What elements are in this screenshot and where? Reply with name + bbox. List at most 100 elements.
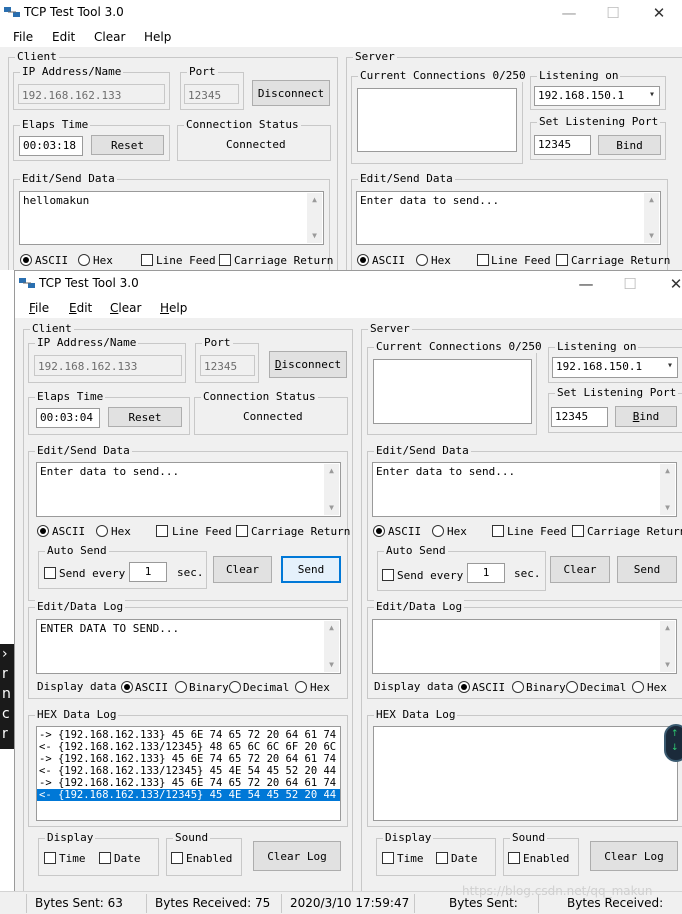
- menu-clear[interactable]: Clear: [110, 301, 141, 315]
- back-listen-port-input[interactable]: 12345: [534, 135, 591, 155]
- server-auto-send-label: Auto Send: [384, 544, 448, 557]
- hex-label: Hex: [111, 525, 131, 538]
- menu-file[interactable]: File: [29, 301, 49, 315]
- server-display-hex-radio[interactable]: [632, 681, 644, 693]
- ascii-radio[interactable]: [37, 525, 49, 537]
- sound-enabled-checkbox[interactable]: [171, 852, 183, 864]
- server-carriage-return-checkbox[interactable]: [556, 254, 568, 266]
- client-send-input[interactable]: Enter data to send... ▲ ▼: [36, 462, 341, 517]
- scrollbar[interactable]: ▲ ▼: [307, 193, 322, 243]
- floating-transfer-icon[interactable]: ↑ ↓: [664, 724, 682, 762]
- server-send-input[interactable]: Enter data to send... ▲ ▼: [372, 462, 677, 517]
- server-send-every-input[interactable]: 1: [467, 563, 505, 583]
- server-ascii-radio[interactable]: [373, 525, 385, 537]
- hex-radio[interactable]: [78, 254, 90, 266]
- menu-help[interactable]: Help: [144, 30, 171, 44]
- hex-log-row[interactable]: <- {192.168.162.133/12345} 48 65 6C 6C 6…: [37, 741, 340, 753]
- server-send-button[interactable]: Send: [617, 556, 677, 583]
- send-button[interactable]: Send: [281, 556, 341, 583]
- back-disconnect-button[interactable]: Disconnect: [252, 80, 330, 106]
- back-client-send-input[interactable]: hellomakun ▲ ▼: [19, 191, 324, 245]
- hex-log-row[interactable]: -> {192.168.162.133} 45 6E 74 65 72 20 6…: [37, 777, 340, 789]
- menu-clear[interactable]: Clear: [94, 30, 125, 44]
- maximize-button[interactable]: ☐: [607, 271, 653, 298]
- server-ascii-radio[interactable]: [357, 254, 369, 266]
- back-reset-button[interactable]: Reset: [91, 135, 164, 155]
- client-data-log[interactable]: ENTER DATA TO SEND... ▲ ▼: [36, 619, 341, 674]
- line-feed-checkbox[interactable]: [156, 525, 168, 537]
- hex-label: Hex: [93, 254, 113, 267]
- ascii-label: ASCII: [52, 525, 86, 538]
- scrollbar[interactable]: ▲ ▼: [660, 621, 675, 672]
- carriage-return-checkbox[interactable]: [236, 525, 248, 537]
- minimize-button[interactable]: —: [563, 271, 609, 298]
- hex-log-row[interactable]: -> {192.168.162.133} 45 6E 74 65 72 20 6…: [37, 729, 340, 741]
- send-every-input[interactable]: 1: [129, 562, 167, 582]
- hex-radio[interactable]: [96, 525, 108, 537]
- send-every-label: Send every: [59, 567, 126, 580]
- server-clear-log-button[interactable]: Clear Log: [590, 841, 678, 871]
- listen-port-input[interactable]: 12345: [551, 407, 608, 427]
- server-carriage-return-checkbox[interactable]: [572, 525, 584, 537]
- date-checkbox[interactable]: [99, 852, 111, 864]
- line-feed-checkbox[interactable]: [141, 254, 153, 266]
- scrollbar[interactable]: ▲ ▼: [324, 464, 339, 515]
- scrollbar[interactable]: ▲ ▼: [324, 621, 339, 672]
- display-decimal-radio[interactable]: [229, 681, 241, 693]
- menu-edit[interactable]: Edit: [52, 30, 75, 44]
- display-binary-radio[interactable]: [175, 681, 187, 693]
- back-server-send-input[interactable]: Enter data to send... ▲ ▼: [356, 191, 661, 245]
- server-send-every-checkbox[interactable]: [382, 569, 394, 581]
- clear-log-button[interactable]: Clear Log: [253, 841, 341, 871]
- server-sound-enabled-checkbox[interactable]: [508, 852, 520, 864]
- menu-file[interactable]: File: [13, 30, 33, 44]
- menu-help[interactable]: Help: [160, 301, 187, 315]
- connections-label: Current Connections 0/250: [358, 69, 528, 82]
- bind-button[interactable]: Bind: [615, 406, 677, 427]
- clear-button[interactable]: Clear: [213, 556, 272, 583]
- minimize-button[interactable]: —: [546, 0, 592, 27]
- server-hex-radio[interactable]: [432, 525, 444, 537]
- server-data-log[interactable]: ▲ ▼: [372, 619, 677, 674]
- watermark: https://blog.csdn.net/qq_makun: [462, 884, 653, 898]
- port-field[interactable]: 12345: [200, 355, 255, 376]
- server-line-feed-checkbox[interactable]: [492, 525, 504, 537]
- server-time-checkbox[interactable]: [382, 852, 394, 864]
- maximize-button[interactable]: ☐: [590, 0, 636, 27]
- server-hex-radio[interactable]: [416, 254, 428, 266]
- server-send-every-label: Send every: [397, 569, 464, 582]
- server-clear-button[interactable]: Clear: [550, 556, 610, 583]
- close-button[interactable]: ✕: [636, 0, 682, 27]
- back-ip-field[interactable]: 192.168.162.133: [18, 84, 165, 104]
- close-button[interactable]: ✕: [653, 271, 682, 298]
- server-display-decimal-radio[interactable]: [566, 681, 578, 693]
- scrollbar[interactable]: ▲ ▼: [660, 464, 675, 515]
- time-checkbox[interactable]: [44, 852, 56, 864]
- server-date-checkbox[interactable]: [436, 852, 448, 864]
- hex-log-row-selected[interactable]: <- {192.168.162.133/12345} 45 4E 54 45 5…: [37, 789, 340, 801]
- back-bind-button[interactable]: Bind: [598, 135, 661, 155]
- send-every-checkbox[interactable]: [44, 567, 56, 579]
- back-listening-select[interactable]: 192.168.150.1 ▾: [534, 86, 660, 106]
- back-connections-list[interactable]: [357, 88, 517, 152]
- server-line-feed-checkbox[interactable]: [477, 254, 489, 266]
- server-hex-log-list[interactable]: [373, 726, 678, 821]
- disconnect-button[interactable]: Disconnect: [269, 351, 347, 378]
- back-port-field[interactable]: 12345: [184, 84, 239, 104]
- hex-log-list[interactable]: -> {192.168.162.133} 45 6E 74 65 72 20 6…: [36, 726, 341, 821]
- ascii-radio[interactable]: [20, 254, 32, 266]
- hex-log-row[interactable]: -> {192.168.162.133} 45 6E 74 65 72 20 6…: [37, 753, 340, 765]
- display-hex-radio[interactable]: [295, 681, 307, 693]
- listening-select[interactable]: 192.168.150.1 ▾: [552, 357, 678, 378]
- ip-field[interactable]: 192.168.162.133: [34, 355, 182, 376]
- connections-list[interactable]: [373, 359, 532, 424]
- server-hex-label: Hex: [447, 525, 467, 538]
- hex-log-row[interactable]: <- {192.168.162.133/12345} 45 4E 54 45 5…: [37, 765, 340, 777]
- reset-button[interactable]: Reset: [108, 407, 182, 427]
- menu-edit[interactable]: Edit: [69, 301, 92, 315]
- server-display-binary-radio[interactable]: [512, 681, 524, 693]
- server-display-ascii-radio[interactable]: [458, 681, 470, 693]
- display-ascii-radio[interactable]: [121, 681, 133, 693]
- carriage-return-checkbox[interactable]: [219, 254, 231, 266]
- scrollbar[interactable]: ▲ ▼: [644, 193, 659, 243]
